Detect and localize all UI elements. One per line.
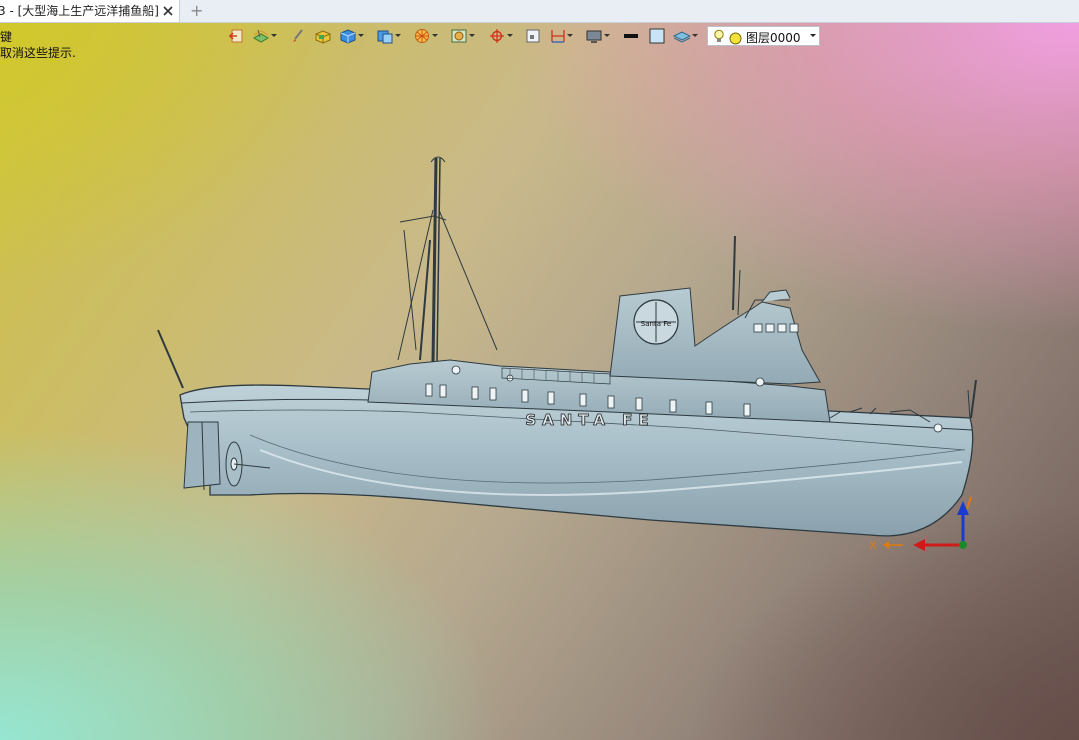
layer-dropdown[interactable]: 图层0000 <box>707 26 820 46</box>
ship-model[interactable]: Santa Fe SANTA FE <box>150 150 990 550</box>
chevron-down-icon[interactable] <box>810 34 816 37</box>
stack-text: Santa Fe <box>641 320 671 328</box>
document-tab[interactable]: 3 - [大型海上生产远洋捕鱼船] <box>0 0 180 22</box>
render-sphere-icon[interactable] <box>413 25 438 47</box>
hint-line-1: 键 <box>0 30 13 44</box>
rudder <box>183 421 221 491</box>
axis-triad: X <box>869 496 972 552</box>
display-mode-icon[interactable] <box>450 25 475 47</box>
snap-target-icon[interactable] <box>488 25 513 47</box>
box-icon[interactable] <box>339 25 364 47</box>
close-icon[interactable] <box>160 1 176 21</box>
document-tab-title: 3 - [大型海上生产远洋捕鱼船] <box>0 4 159 18</box>
new-tab-button[interactable]: + <box>190 0 206 22</box>
exit-icon[interactable] <box>228 25 244 47</box>
layer-tools-icon[interactable] <box>252 25 277 47</box>
view-cube-icon[interactable] <box>376 25 401 47</box>
monitor-icon[interactable] <box>585 25 610 47</box>
rear-mast <box>732 235 741 316</box>
brush-icon[interactable] <box>291 25 305 47</box>
document-tab-bar: 3 - [大型海上生产远洋捕鱼船] + <box>0 0 1079 23</box>
dimension-icon[interactable] <box>550 25 573 47</box>
layers-stack-icon[interactable] <box>673 25 698 47</box>
fill-square-icon[interactable] <box>648 25 666 47</box>
frame-icon[interactable] <box>525 25 541 47</box>
layer-color-icon[interactable] <box>729 30 742 49</box>
hull-text: SANTA FE <box>525 411 654 429</box>
x-axis-label: X <box>869 539 877 552</box>
main-mast <box>397 156 498 363</box>
light-bulb-icon[interactable] <box>713 29 725 48</box>
hint-line-2: 取消这些提示. <box>0 46 76 60</box>
line-style-icon[interactable] <box>622 25 640 47</box>
layer-name: 图层0000 <box>746 31 801 45</box>
solid-color-icon[interactable] <box>314 25 332 47</box>
